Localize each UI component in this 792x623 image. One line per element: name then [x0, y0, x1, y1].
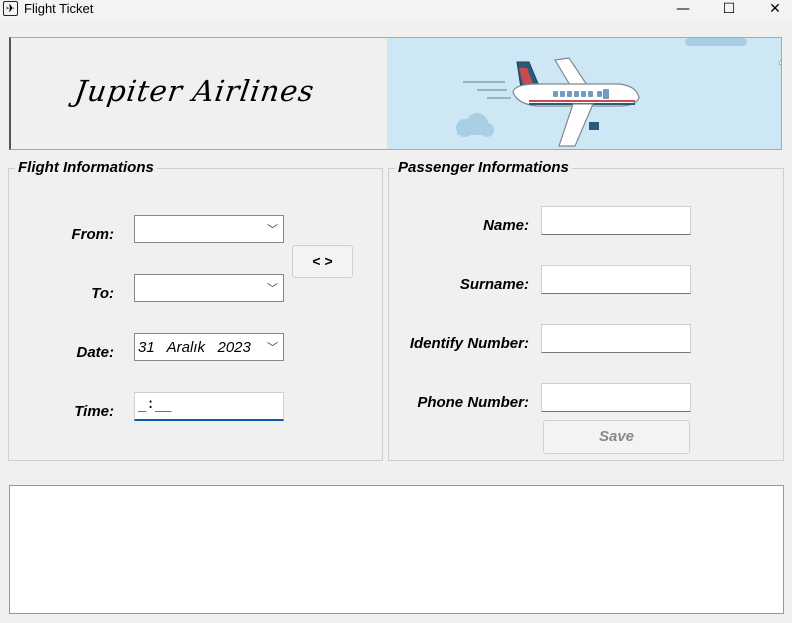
- swap-button[interactable]: < >: [292, 245, 353, 278]
- window-title: Flight Ticket: [24, 1, 94, 16]
- airplane-picture: [456, 38, 781, 147]
- chevron-down-icon: ﹀: [267, 341, 278, 354]
- airplane-icon: ✈: [3, 1, 18, 16]
- save-button[interactable]: Save: [543, 420, 690, 454]
- time-input[interactable]: _:__: [134, 392, 284, 421]
- maximize-button[interactable]: ☐: [706, 0, 752, 20]
- airline-brand: Jupiter Airlines: [72, 74, 317, 108]
- chevron-down-icon: ﹀: [267, 282, 278, 295]
- surname-label: Surname:: [459, 276, 529, 293]
- date-picker[interactable]: 31 Aralık 2023 ﹀: [134, 333, 284, 361]
- close-button[interactable]: ✕: [752, 0, 792, 20]
- phone-number-input[interactable]: [541, 383, 691, 412]
- identify-number-input[interactable]: [541, 324, 691, 353]
- date-value: 31 Aralık 2023: [138, 339, 251, 356]
- surname-input[interactable]: [541, 265, 691, 294]
- time-label: Time:: [74, 403, 114, 420]
- to-label: To:: [91, 285, 114, 302]
- time-value: _:__: [138, 396, 172, 412]
- passenger-info-title: Passenger Informations: [395, 159, 572, 176]
- from-label: From:: [71, 226, 115, 243]
- minimize-button[interactable]: —: [660, 0, 706, 20]
- title-bar: ✈ Flight Ticket — ☐ ✕: [0, 0, 792, 20]
- name-label: Name:: [483, 217, 529, 234]
- airline-banner: Jupiter Airlines: [9, 37, 782, 150]
- from-select[interactable]: ﹀: [134, 215, 284, 243]
- date-label: Date:: [76, 344, 114, 361]
- name-input[interactable]: [541, 206, 691, 235]
- output-textarea[interactable]: [9, 485, 784, 614]
- airplane-illustration: [387, 38, 781, 149]
- phone-number-label: Phone Number:: [417, 394, 529, 411]
- to-select[interactable]: ﹀: [134, 274, 284, 302]
- flight-info-title: Flight Informations: [15, 159, 157, 176]
- chevron-down-icon: ﹀: [267, 223, 278, 236]
- identify-number-label: Identify Number:: [409, 335, 529, 352]
